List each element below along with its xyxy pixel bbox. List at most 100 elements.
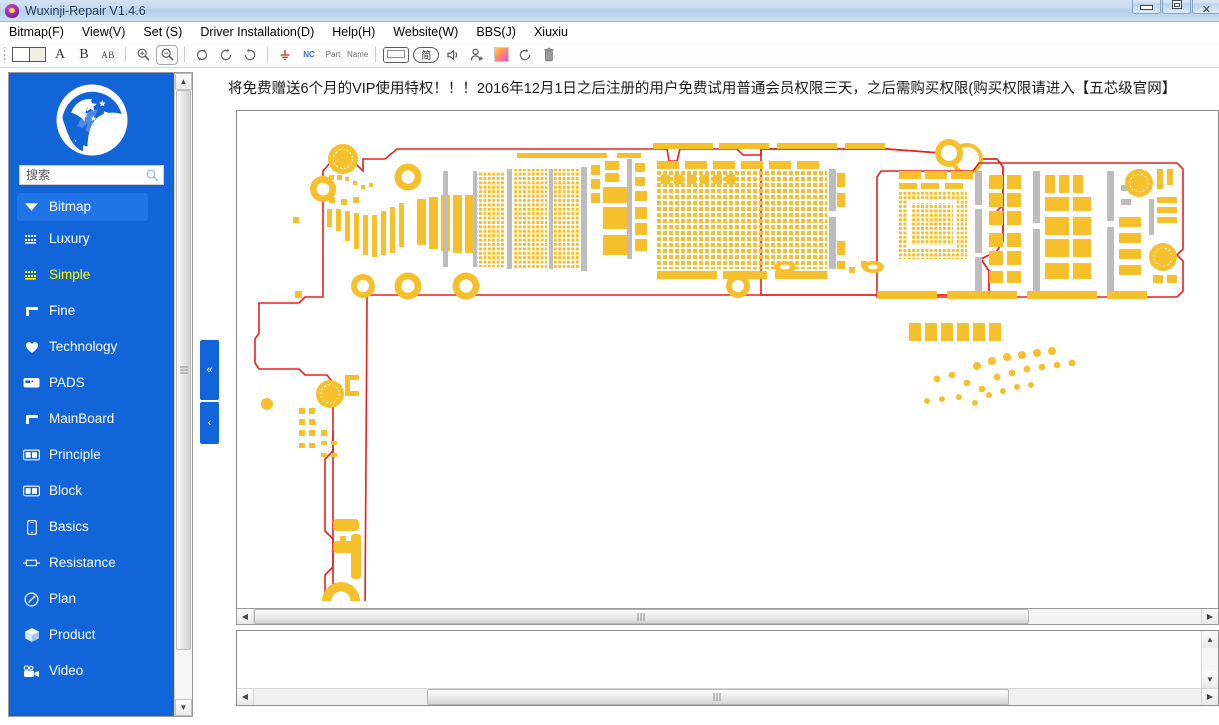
canvas-scroll-track[interactable]	[254, 609, 1201, 624]
bottom-scroll-vtrack[interactable]	[1202, 648, 1218, 671]
menu-item-bitmap[interactable]: Bitmap(F)	[0, 22, 73, 42]
split-view-toggle[interactable]	[11, 45, 47, 65]
sidebar-item-block[interactable]: Block	[9, 473, 174, 509]
grid-dots-icon	[23, 231, 40, 247]
ground-button[interactable]	[274, 45, 296, 65]
sidebar-nav: Bitmap L	[9, 193, 174, 689]
menu-item-help[interactable]: Help(H)	[323, 22, 384, 42]
chevron-right-icon: ▶	[1207, 693, 1213, 701]
sidebar-item-label: Simple	[49, 268, 90, 282]
sidebar-search[interactable]	[19, 165, 164, 185]
sidebar-item-bitmap[interactable]: Bitmap	[17, 193, 148, 221]
simplified-chinese-button[interactable]: 简	[412, 45, 440, 65]
application-window: Wuxinji-Repair V1.4.6 ✕ Bitmap(F) View(V…	[0, 0, 1219, 725]
sidebar-scrollbar[interactable]: ▲ ▼	[174, 73, 192, 716]
toolbar-separator-2	[184, 47, 185, 62]
menu-item-driver-installation[interactable]: Driver Installation(D)	[191, 22, 323, 42]
sidebar-scroll-track[interactable]	[175, 90, 192, 699]
sidebar-item-resistance[interactable]: Resistance	[9, 545, 174, 581]
heart-icon	[23, 339, 40, 355]
video-camera-icon	[23, 663, 40, 679]
reload-icon	[517, 47, 533, 63]
card-icon	[23, 375, 40, 391]
rotate-cw-icon	[218, 47, 234, 63]
sidebar-scroll-up-button[interactable]: ▲	[175, 73, 192, 90]
trash-button[interactable]	[538, 45, 560, 65]
pcb-boardview-canvas[interactable]	[236, 110, 1219, 622]
sidebar-item-technology[interactable]: Technology	[9, 329, 174, 365]
trash-icon	[542, 47, 556, 63]
bottom-info-panel[interactable]: ▲ ▼ ◀ ▶	[236, 630, 1219, 706]
zoom-in-button[interactable]	[132, 45, 154, 65]
split-view-icon	[12, 47, 46, 62]
minimize-button[interactable]	[1132, 0, 1161, 14]
rotate-ccw-button[interactable]	[239, 45, 261, 65]
reload-button[interactable]	[514, 45, 536, 65]
sidebar-item-video[interactable]: Video	[9, 653, 174, 689]
sidebar-item-principle[interactable]: Principle	[9, 437, 174, 473]
sidebar-item-simple[interactable]: Simple	[9, 257, 174, 293]
sidebar-item-mainboard[interactable]: MainBoard	[9, 401, 174, 437]
menu-item-bbs[interactable]: BBS(J)	[467, 22, 525, 42]
name-button[interactable]: Name	[346, 45, 369, 65]
rotate-cw-button[interactable]	[215, 45, 237, 65]
menu-item-website[interactable]: Website(W)	[384, 22, 467, 42]
part-button[interactable]: Part	[322, 45, 344, 65]
sidebar-item-label: Basics	[49, 520, 89, 534]
label-ab-button[interactable]: AB	[97, 45, 119, 65]
flag-icon	[23, 411, 40, 427]
nc-label: NC	[303, 50, 315, 59]
color-picker-button[interactable]	[490, 45, 512, 65]
bottom-scroll-left-button[interactable]: ◀	[237, 689, 254, 705]
bottom-scroll-down-button[interactable]: ▼	[1202, 671, 1218, 688]
user-add-icon	[469, 47, 485, 63]
toolbar: A B AB	[0, 42, 1219, 68]
bottom-panel-horizontal-scrollbar[interactable]: ◀ ▶	[237, 688, 1218, 705]
logo-area	[9, 77, 174, 163]
menu-item-view[interactable]: View(V)	[73, 22, 135, 42]
sidebar-item-fine[interactable]: Fine	[9, 293, 174, 329]
canvas-scroll-right-button[interactable]: ▶	[1201, 609, 1218, 624]
window-controls: ✕	[1131, 0, 1219, 17]
resistor-icon	[23, 555, 40, 571]
chevron-up-icon: ▲	[1206, 636, 1214, 644]
menu-item-xiuxiu[interactable]: Xiuxiu	[525, 22, 577, 42]
letter-b-icon: B	[79, 47, 88, 63]
bottom-scroll-up-button[interactable]: ▲	[1202, 631, 1218, 648]
sidebar-item-plan[interactable]: Plan	[9, 581, 174, 617]
bottom-scroll-right-button[interactable]: ▶	[1201, 689, 1218, 705]
app-bug-icon	[4, 3, 20, 19]
nc-button[interactable]: NC	[298, 45, 320, 65]
label-b-button[interactable]: B	[73, 45, 95, 65]
maximize-icon	[1172, 0, 1182, 9]
search-icon[interactable]	[145, 168, 159, 182]
canvas-scroll-thumb[interactable]	[254, 609, 1029, 624]
letter-a-icon: A	[55, 47, 65, 63]
user-add-button[interactable]	[466, 45, 488, 65]
menu-item-set[interactable]: Set (S)	[134, 22, 191, 42]
search-input[interactable]	[24, 167, 145, 183]
toolbar-grip[interactable]	[2, 47, 8, 63]
sidebar-item-basics[interactable]: Basics	[9, 509, 174, 545]
sound-button[interactable]	[442, 45, 464, 65]
sidebar-item-label: Fine	[49, 304, 75, 318]
bottom-panel-vertical-scrollbar[interactable]: ▲ ▼	[1201, 631, 1218, 688]
sidebar-item-label: Product	[49, 628, 96, 642]
label-a-button[interactable]: A	[49, 45, 71, 65]
collapse-one-button[interactable]: ‹	[200, 402, 219, 444]
sidebar-scroll-down-button[interactable]: ▼	[175, 699, 192, 716]
refresh-button[interactable]	[191, 45, 213, 65]
sidebar-item-luxury[interactable]: Luxury	[9, 221, 174, 257]
canvas-horizontal-scrollbar[interactable]: ◀ ▶	[236, 608, 1219, 625]
close-button[interactable]: ✕	[1192, 0, 1219, 14]
sidebar-item-product[interactable]: Product	[9, 617, 174, 653]
sidebar-scroll-thumb[interactable]	[176, 90, 191, 650]
bottom-scroll-thumb[interactable]	[427, 689, 1009, 705]
screen-mode-button[interactable]	[382, 45, 410, 65]
phone-icon	[23, 519, 40, 535]
collapse-all-button[interactable]: «	[200, 340, 219, 400]
canvas-scroll-left-button[interactable]: ◀	[237, 609, 254, 624]
maximize-button[interactable]	[1162, 0, 1191, 14]
sidebar-item-pads[interactable]: PADS	[9, 365, 174, 401]
zoom-out-button[interactable]	[156, 45, 178, 65]
